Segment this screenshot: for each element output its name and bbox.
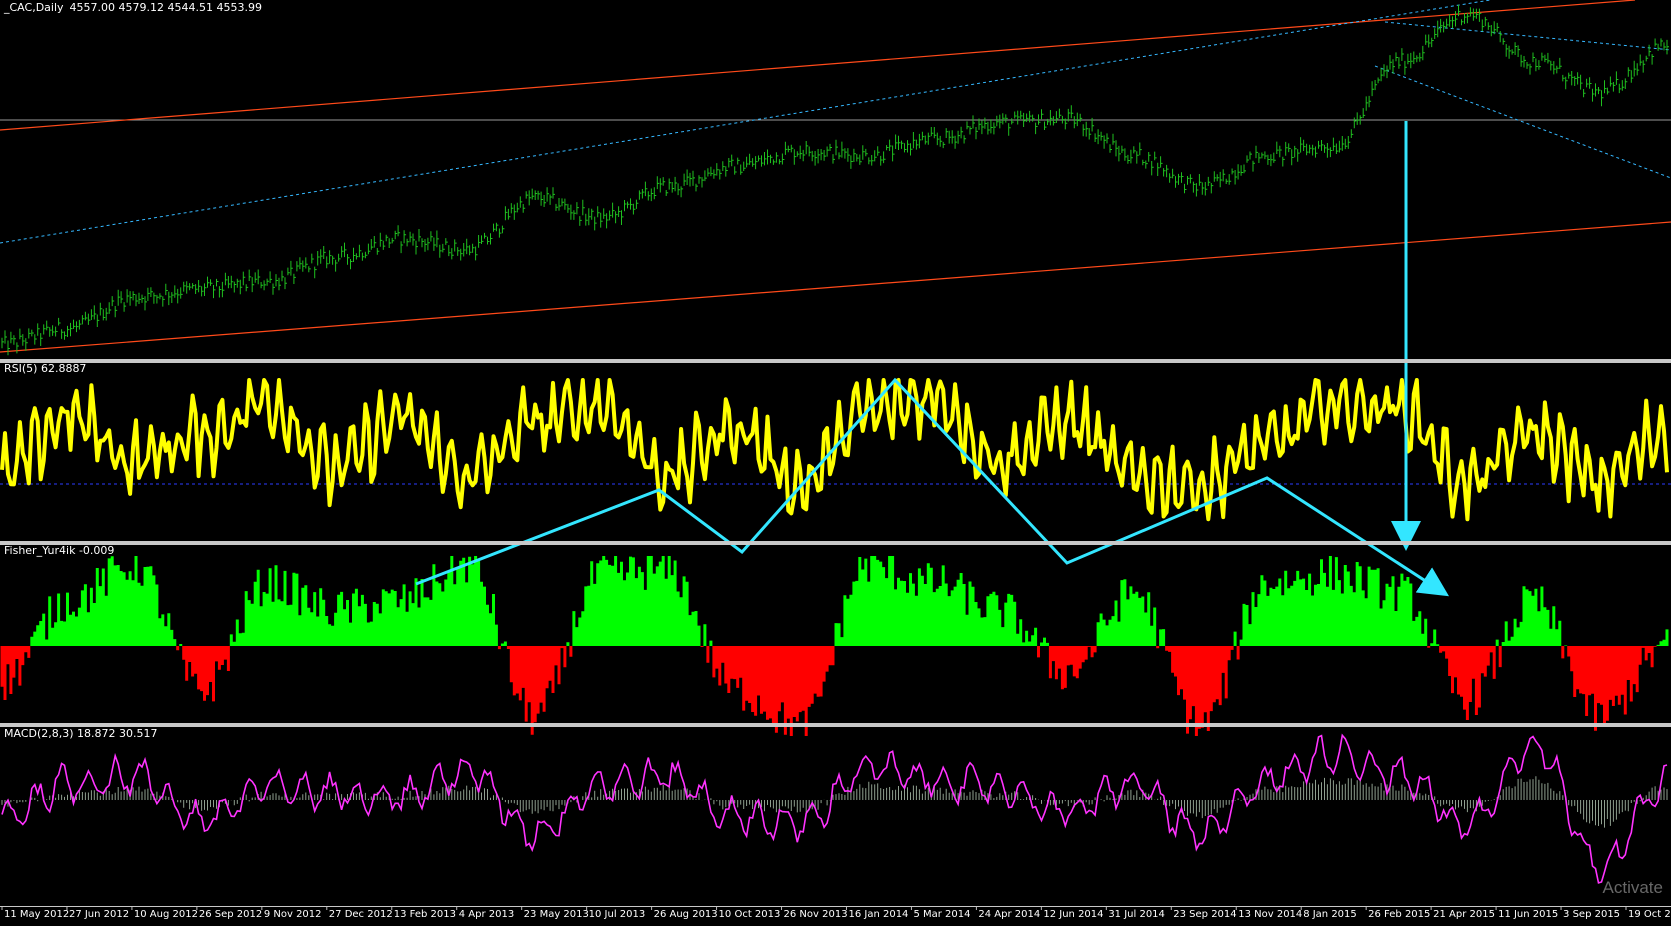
chart-canvas[interactable]: 11 May 2012 27 Jun 2012 10 Aug 2012 26 Sep … [0,0,1671,922]
x-tick-label: 8 Jan 2015 [1303,909,1357,920]
x-tick-label: 10 Aug 2012 [134,909,198,920]
panel-separator [0,723,1671,727]
x-tick-label: 10 Oct 2013 [719,909,781,920]
x-tick-label: 26 Feb 2015 [1368,909,1430,920]
x-tick-label: 23 Sep 2014 [1173,909,1236,920]
trading-chart[interactable]: 11 May 2012 27 Jun 2012 10 Aug 2012 26 Sep … [0,0,1671,922]
x-tick-label: 4 Apr 2013 [459,909,514,920]
axis-separator [0,906,1671,907]
x-axis: 11 May 2012 27 Jun 2012 10 Aug 2012 26 Sep … [1,906,1671,920]
x-tick-label: 21 Apr 2015 [1433,909,1495,920]
x-tick-label: 23 May 2013 [524,909,589,920]
x-tick-label: 10 Jul 2013 [589,909,646,920]
x-tick-label: 3 Sep 2015 [1563,909,1620,920]
x-tick-label: 27 Jun 2012 [69,909,129,920]
x-tick-label: 26 Sep 2012 [199,909,262,920]
x-tick-label: 19 Oct 2015 [1628,909,1671,920]
x-tick-label: 13 Feb 2013 [394,909,456,920]
x-tick-label: 5 Mar 2014 [913,909,970,920]
macd-header: MACD(2,8,3) 18.872 30.517 [4,727,158,740]
price-header: _CAC,Daily 4557.00 4579.12 4544.51 4553.9… [3,1,262,14]
x-tick-label: 27 Dec 2012 [329,909,393,920]
x-tick-label: 26 Aug 2013 [654,909,718,920]
x-tick-label: 31 Jul 2014 [1108,909,1165,920]
x-tick-label: 24 Apr 2014 [978,909,1040,920]
rsi-header: RSI(5) 62.8887 [4,362,86,375]
fisher-header: Fisher_Yur4ik -0.009 [4,544,114,557]
activation-watermark: Activate [1602,878,1663,897]
x-tick-label: 13 Nov 2014 [1238,909,1302,920]
x-tick-label: 26 Nov 2013 [784,909,848,920]
x-tick-label: 11 Jun 2015 [1498,909,1558,920]
x-tick-label: 16 Jan 2014 [848,909,908,920]
panel-separator [0,541,1671,545]
x-tick-label: 9 Nov 2012 [264,909,322,920]
x-tick-label: 11 May 2012 [4,909,69,920]
x-tick-label: 12 Jun 2014 [1043,909,1103,920]
panel-separator [0,359,1671,363]
